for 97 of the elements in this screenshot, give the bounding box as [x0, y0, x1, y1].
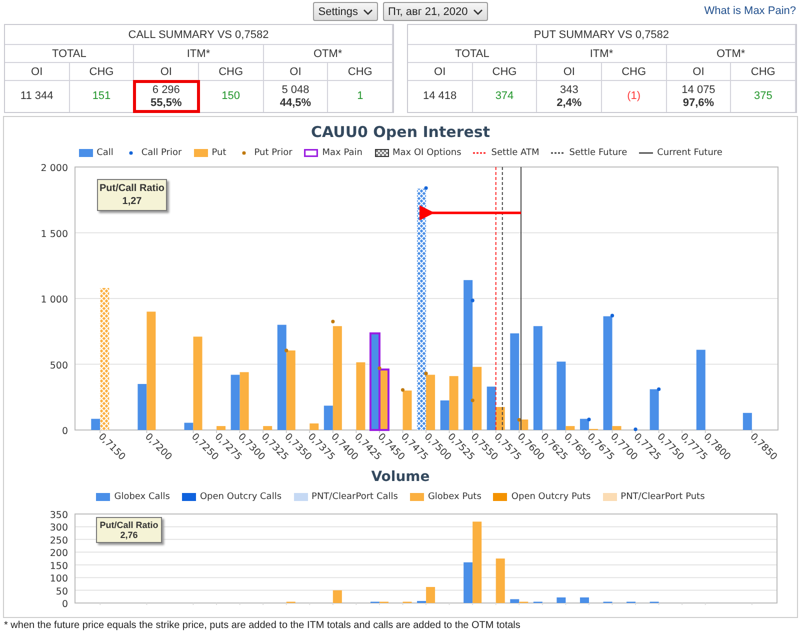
bar — [496, 558, 505, 603]
column-header: OI — [134, 63, 199, 81]
bar — [216, 426, 226, 430]
bar — [230, 374, 240, 430]
prior-dot — [634, 428, 638, 432]
y-tick-label: 1 500 — [40, 228, 68, 240]
table-cell: 14 418 — [408, 81, 473, 112]
column-header: OI — [408, 63, 473, 81]
legend-label: Settle Future — [569, 148, 628, 158]
legend-label: PNT/ClearPort Calls — [312, 492, 398, 502]
bar — [650, 389, 659, 430]
legend-label: Put Prior — [254, 148, 292, 158]
y-tick-label: 200 — [50, 548, 68, 560]
date-dropdown[interactable]: Пт, авг 21, 2020 — [383, 2, 488, 21]
group-header: TOTAL — [408, 45, 538, 63]
table-cell: 343 2,4% — [537, 81, 602, 112]
table-cell: 1 — [328, 81, 393, 112]
prior-dot — [517, 418, 521, 422]
y-tick-label: 250 — [50, 535, 68, 546]
table-cell: 14 075 97,6% — [666, 81, 732, 112]
column-header: OI — [5, 63, 70, 81]
table-cell: 375 — [731, 81, 796, 112]
prior-dot — [610, 314, 614, 318]
prior-dot — [470, 398, 474, 402]
bar — [263, 426, 272, 430]
ratio-value: 1,27 — [122, 195, 142, 208]
y-tick-label: 0 — [62, 599, 68, 610]
table-title: PUT SUMMARY VS 0,7582 — [408, 25, 796, 45]
column-header: OI — [537, 63, 602, 81]
prior-dot — [657, 387, 661, 392]
prior-dot — [378, 366, 382, 370]
legend-label: Max OI Options — [392, 148, 462, 158]
legend-label: Call — [96, 148, 114, 158]
settings-dropdown[interactable]: Settings — [313, 2, 378, 21]
bar — [402, 390, 412, 430]
column-header: CHG — [328, 63, 393, 81]
legend-label: PNT/ClearPort Puts — [620, 492, 705, 502]
y-tick-label: 100 — [50, 574, 68, 585]
legend-label: Current Future — [657, 148, 722, 158]
y-tick-label: 1 000 — [40, 294, 68, 306]
group-header: OTM* — [264, 45, 393, 63]
column-header: CHG — [731, 63, 796, 81]
column-header: CHG — [602, 63, 667, 81]
bar — [356, 362, 366, 430]
ratio-value: 2,76 — [120, 530, 138, 540]
max-pain-link[interactable]: What is Max Pain? — [704, 5, 796, 17]
bar — [742, 412, 752, 430]
legend-label: Globex Calls — [114, 492, 170, 502]
table-cell: 6 296 55,5% — [134, 81, 199, 112]
table-cell: (1) — [602, 81, 667, 112]
ratio-label: Put/Call Ratio — [100, 520, 158, 530]
prior-dot — [587, 418, 591, 422]
y-tick-label: 2 000 — [40, 163, 68, 174]
legend-label: Open Outcry Calls — [200, 492, 282, 502]
bar — [556, 597, 566, 603]
prior-dot — [424, 186, 428, 190]
y-tick-label: 50 — [56, 586, 68, 598]
legend-label: Open Outcry Puts — [511, 492, 591, 502]
table-cell: 5 048 44,5% — [264, 81, 328, 112]
prior-dot — [284, 348, 288, 352]
group-header: TOTAL — [5, 45, 134, 63]
column-header: CHG — [70, 63, 134, 81]
y-tick-label: 500 — [50, 360, 68, 372]
legend-label: Globex Puts — [428, 492, 482, 502]
bar — [310, 423, 319, 430]
footnote: * when the future price equals the strike price, puts are added to the ITM totals and calls are added to the OTM totals — [3, 619, 522, 633]
caret-icon — [472, 8, 483, 14]
prior-dot — [331, 320, 335, 324]
bar — [580, 597, 589, 603]
legend-label: Settle ATM — [491, 148, 540, 158]
bar — [332, 590, 342, 603]
legend-label: Call Prior — [141, 148, 182, 158]
group-header: ITM* — [134, 45, 264, 63]
table-title: CALL SUMMARY VS 0,7582 — [5, 25, 393, 45]
legend-label: Max Pain — [322, 148, 362, 158]
column-header: OI — [264, 63, 328, 81]
table-cell: 11 344 — [5, 81, 70, 112]
group-header: OTM* — [666, 45, 796, 63]
column-header: CHG — [198, 63, 264, 81]
prior-dot — [400, 388, 405, 392]
table-cell: 150 — [198, 81, 264, 112]
prior-dot — [424, 372, 428, 376]
ratio-label: Put/Call Ratio — [99, 182, 164, 195]
y-tick-label: 350 — [50, 510, 68, 521]
group-header: ITM* — [537, 45, 667, 63]
table-cell: 151 — [70, 81, 134, 112]
y-tick-label: 150 — [50, 560, 68, 572]
y-tick-label: 0 — [62, 426, 68, 437]
chart-title: Volume — [370, 468, 431, 487]
prior-dot — [470, 298, 474, 302]
legend-label: Put — [212, 148, 226, 158]
chart-title: CAUU0 Open Interest — [310, 122, 491, 143]
caret-icon — [363, 8, 374, 14]
column-header: CHG — [472, 63, 538, 81]
y-tick-label: 300 — [50, 522, 68, 534]
column-header: OI — [666, 63, 732, 81]
table-cell: 374 — [472, 81, 538, 112]
